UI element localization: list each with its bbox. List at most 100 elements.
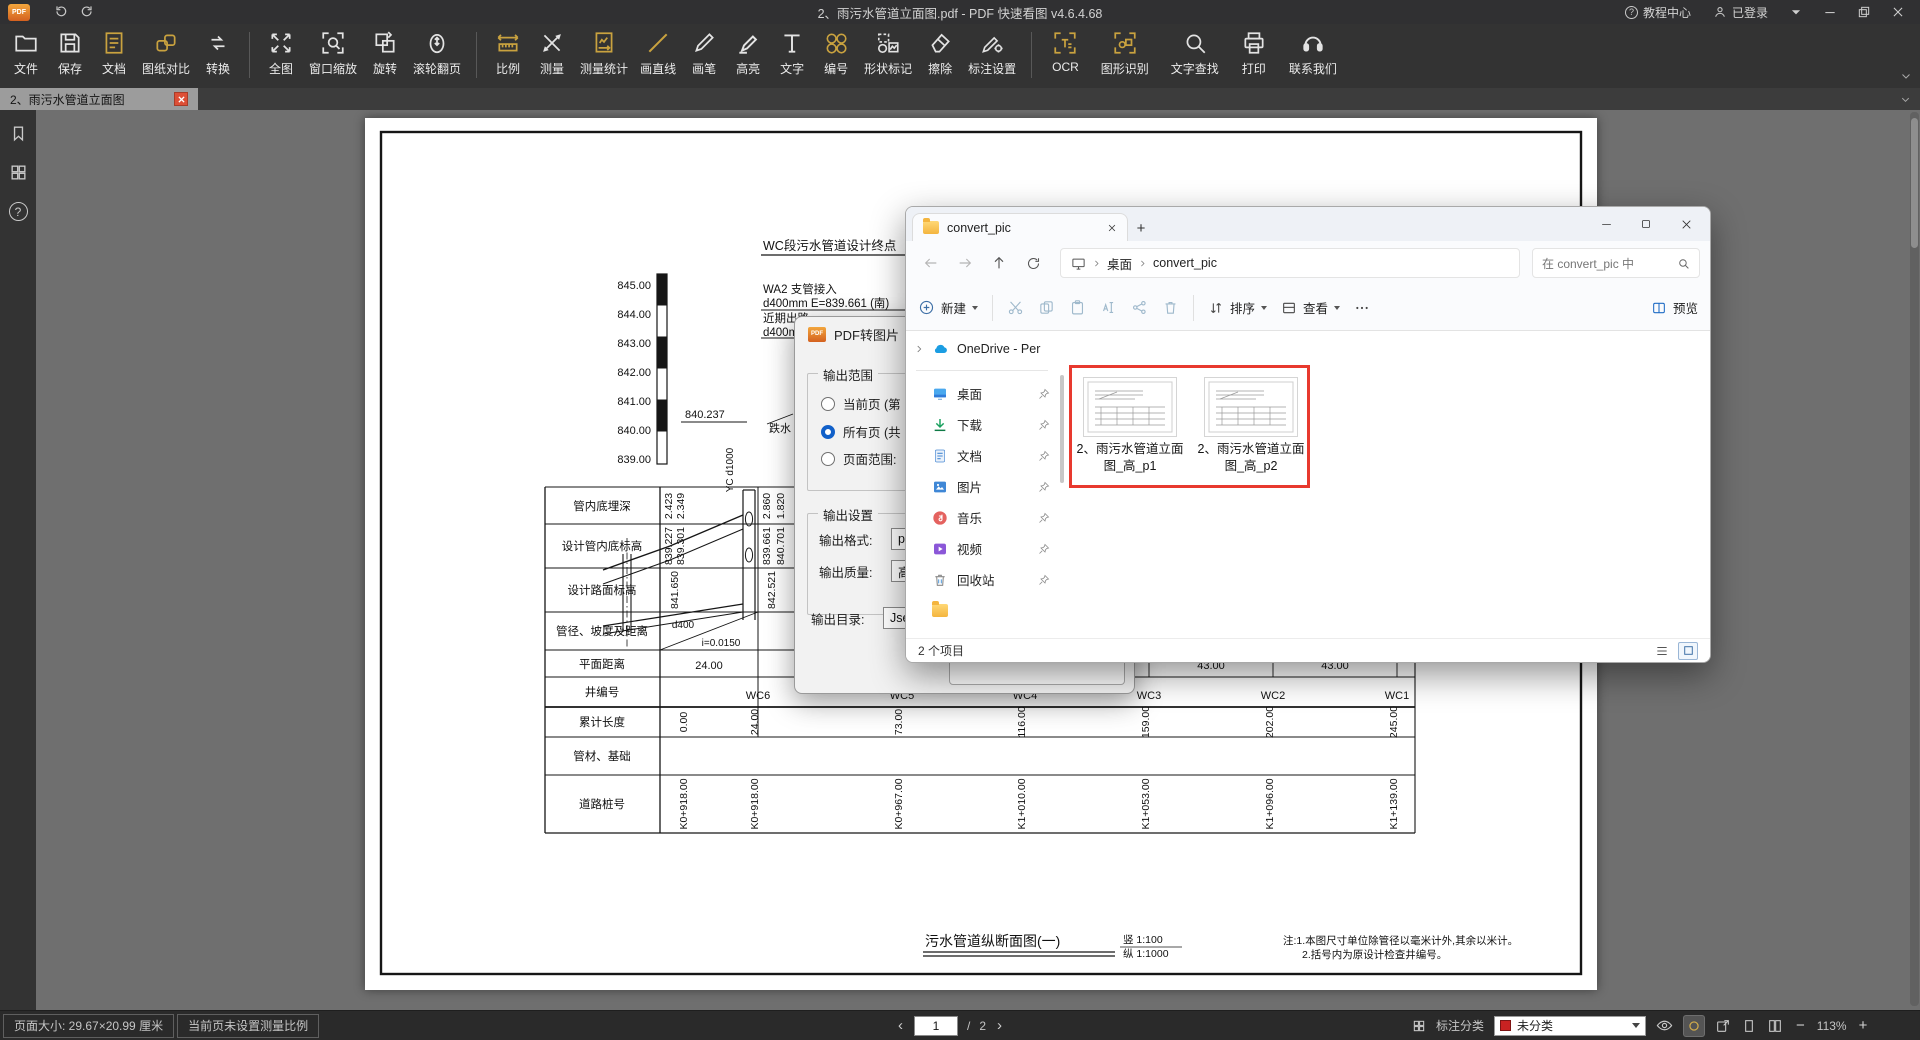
page-number-input[interactable] (914, 1015, 958, 1036)
toolbar-fit-view[interactable]: 全图 (259, 30, 303, 77)
more-options-button[interactable] (1354, 300, 1370, 316)
nav-downloads[interactable]: 下载 (906, 409, 1058, 440)
toolbar-shape-mark[interactable]: 形状标记 (858, 30, 918, 77)
menu-dropdown-button[interactable] (1782, 1, 1810, 23)
export-view-button[interactable] (1715, 1018, 1731, 1034)
nav-label: 文档 (957, 450, 983, 464)
redo-button[interactable] (74, 2, 100, 22)
left-panel-bar: ? (0, 110, 36, 1010)
minimize-button[interactable] (1816, 1, 1844, 23)
nav-music[interactable]: 音乐 (906, 502, 1058, 533)
pan-tool-button[interactable] (1683, 1014, 1706, 1037)
explorer-tab[interactable]: convert_pic (912, 213, 1128, 241)
explorer-close-button[interactable] (1666, 209, 1706, 239)
breadcrumb[interactable]: 桌面 convert_pic (1060, 248, 1520, 278)
close-button[interactable] (1884, 1, 1912, 23)
breadcrumb-current[interactable]: convert_pic (1153, 256, 1217, 270)
toolbar-measure-stats[interactable]: 测量统计 (574, 30, 634, 77)
toolbar-convert[interactable]: 转换 (196, 30, 240, 77)
nav-videos[interactable]: 视频 (906, 533, 1058, 564)
breadcrumb-desktop[interactable]: 桌面 (1107, 254, 1132, 273)
cut-button[interactable] (1007, 299, 1024, 316)
tab-close-button[interactable] (174, 92, 188, 106)
share-button[interactable] (1131, 299, 1148, 316)
measure-scale-info[interactable]: 当前页未设置测量比例 (177, 1013, 320, 1038)
toolbar-draw-line[interactable]: 画直线 (634, 30, 682, 77)
toolbar-annotation-settings[interactable]: 标注设置 (962, 30, 1022, 77)
single-page-view-button[interactable] (1741, 1018, 1757, 1034)
delete-button[interactable] (1162, 299, 1179, 316)
toolbar-drawing-compare[interactable]: 图纸对比 (136, 30, 196, 77)
radio-icon (821, 396, 835, 411)
toolbar-wheel-page[interactable]: 滚轮翻页 (407, 30, 467, 77)
nav-desktop[interactable]: 桌面 (906, 378, 1058, 409)
help-panel-button[interactable]: ? (8, 202, 28, 221)
toolbar-file[interactable]: 文件 (4, 30, 48, 77)
sort-button[interactable]: 排序 (1208, 298, 1268, 317)
toolbar-measure[interactable]: 测量 (530, 30, 574, 77)
tabbar-menu-button[interactable] (1900, 88, 1920, 110)
toolbar-highlight[interactable]: 高亮 (726, 30, 770, 77)
visibility-toggle-button[interactable] (1656, 1017, 1673, 1034)
toolbar-text-search[interactable]: 文字查找 (1160, 30, 1230, 77)
restore-button[interactable] (1850, 1, 1878, 23)
zoom-out-button[interactable]: − (1793, 1017, 1808, 1034)
continuous-view-button[interactable] (1767, 1018, 1783, 1034)
toolbar-pen[interactable]: 画笔 (682, 30, 726, 77)
toolbar-text[interactable]: 文字 (770, 30, 814, 77)
refresh-button[interactable] (1018, 248, 1048, 278)
thumbnails-panel-button[interactable] (9, 163, 28, 182)
new-tab-button[interactable]: + (1128, 215, 1154, 241)
copy-button[interactable] (1038, 299, 1055, 316)
prev-page-button[interactable]: ‹ (896, 1017, 905, 1034)
bookmarks-panel-button[interactable] (9, 124, 28, 143)
annotation-filter-select[interactable]: 未分类 (1494, 1015, 1647, 1036)
toolbar-contact-us[interactable]: 联系我们 (1278, 30, 1348, 77)
undo-button[interactable] (48, 2, 74, 22)
login-status[interactable]: 已登录 (1705, 4, 1776, 21)
toolbar-shape-recognition[interactable]: 图形识别 (1090, 30, 1160, 77)
explorer-minimize-button[interactable] (1586, 209, 1626, 239)
icons-view-button[interactable] (1678, 641, 1698, 660)
radio-all-pages[interactable]: 所有页 (共 (821, 422, 901, 441)
view-button[interactable]: 查看 (1281, 298, 1341, 317)
up-button[interactable] (984, 248, 1014, 278)
details-view-button[interactable] (1652, 642, 1672, 660)
scrollbar-thumb[interactable] (1911, 118, 1918, 248)
preview-button[interactable]: 预览 (1651, 298, 1698, 317)
toolbar-rotate[interactable]: 旋转 (363, 30, 407, 77)
toolbar-document[interactable]: 文档 (92, 30, 136, 77)
zoom-in-button[interactable]: + (1856, 1017, 1871, 1034)
next-page-button[interactable]: › (995, 1017, 1004, 1034)
status-right-tools: 标注分类 未分类 − 113% + (1412, 1014, 1871, 1037)
toolbar-print[interactable]: 打印 (1230, 30, 1278, 77)
tutorial-center-link[interactable]: ? 教程中心 (1617, 4, 1699, 21)
onedrive-item[interactable]: OneDrive - Per (906, 335, 1058, 363)
document-tab[interactable]: 2、雨污水管道立面图 (0, 88, 198, 110)
radio-current-page[interactable]: 当前页 (第 (821, 394, 901, 413)
explorer-search-box[interactable]: 在 convert_pic 中 (1532, 248, 1700, 278)
toolbar-ocr[interactable]: OCR (1041, 30, 1090, 74)
nav-documents[interactable]: 文档 (906, 440, 1058, 471)
toolbar-collapse-button[interactable] (1900, 70, 1912, 82)
forward-button[interactable] (950, 248, 980, 278)
sort-label: 排序 (1230, 302, 1256, 316)
explorer-maximize-button[interactable] (1626, 209, 1666, 239)
back-button[interactable] (916, 248, 946, 278)
rename-button[interactable] (1100, 299, 1117, 316)
cumulative-length: 0.00 (678, 712, 690, 733)
toolbar-window-zoom[interactable]: 窗口缩放 (303, 30, 363, 77)
nav-pictures[interactable]: 图片 (906, 471, 1058, 502)
nav-recycle-bin[interactable]: 回收站 (906, 564, 1058, 595)
new-button[interactable]: 新建 (918, 298, 979, 317)
nav-folder-partial[interactable] (906, 595, 1058, 626)
cumulative-length: 202.00 (1264, 706, 1276, 738)
toolbar-eraser[interactable]: 擦除 (918, 30, 962, 77)
paste-button[interactable] (1069, 299, 1086, 316)
toolbar-numbering[interactable]: 编号 (814, 30, 858, 77)
radio-page-range[interactable]: 页面范围: (821, 449, 896, 468)
tab-close-icon[interactable] (1107, 223, 1117, 233)
toolbar-save[interactable]: 保存 (48, 30, 92, 77)
toolbar-scale[interactable]: 比例 (486, 30, 530, 77)
canvas-scrollbar[interactable] (1910, 112, 1919, 1006)
